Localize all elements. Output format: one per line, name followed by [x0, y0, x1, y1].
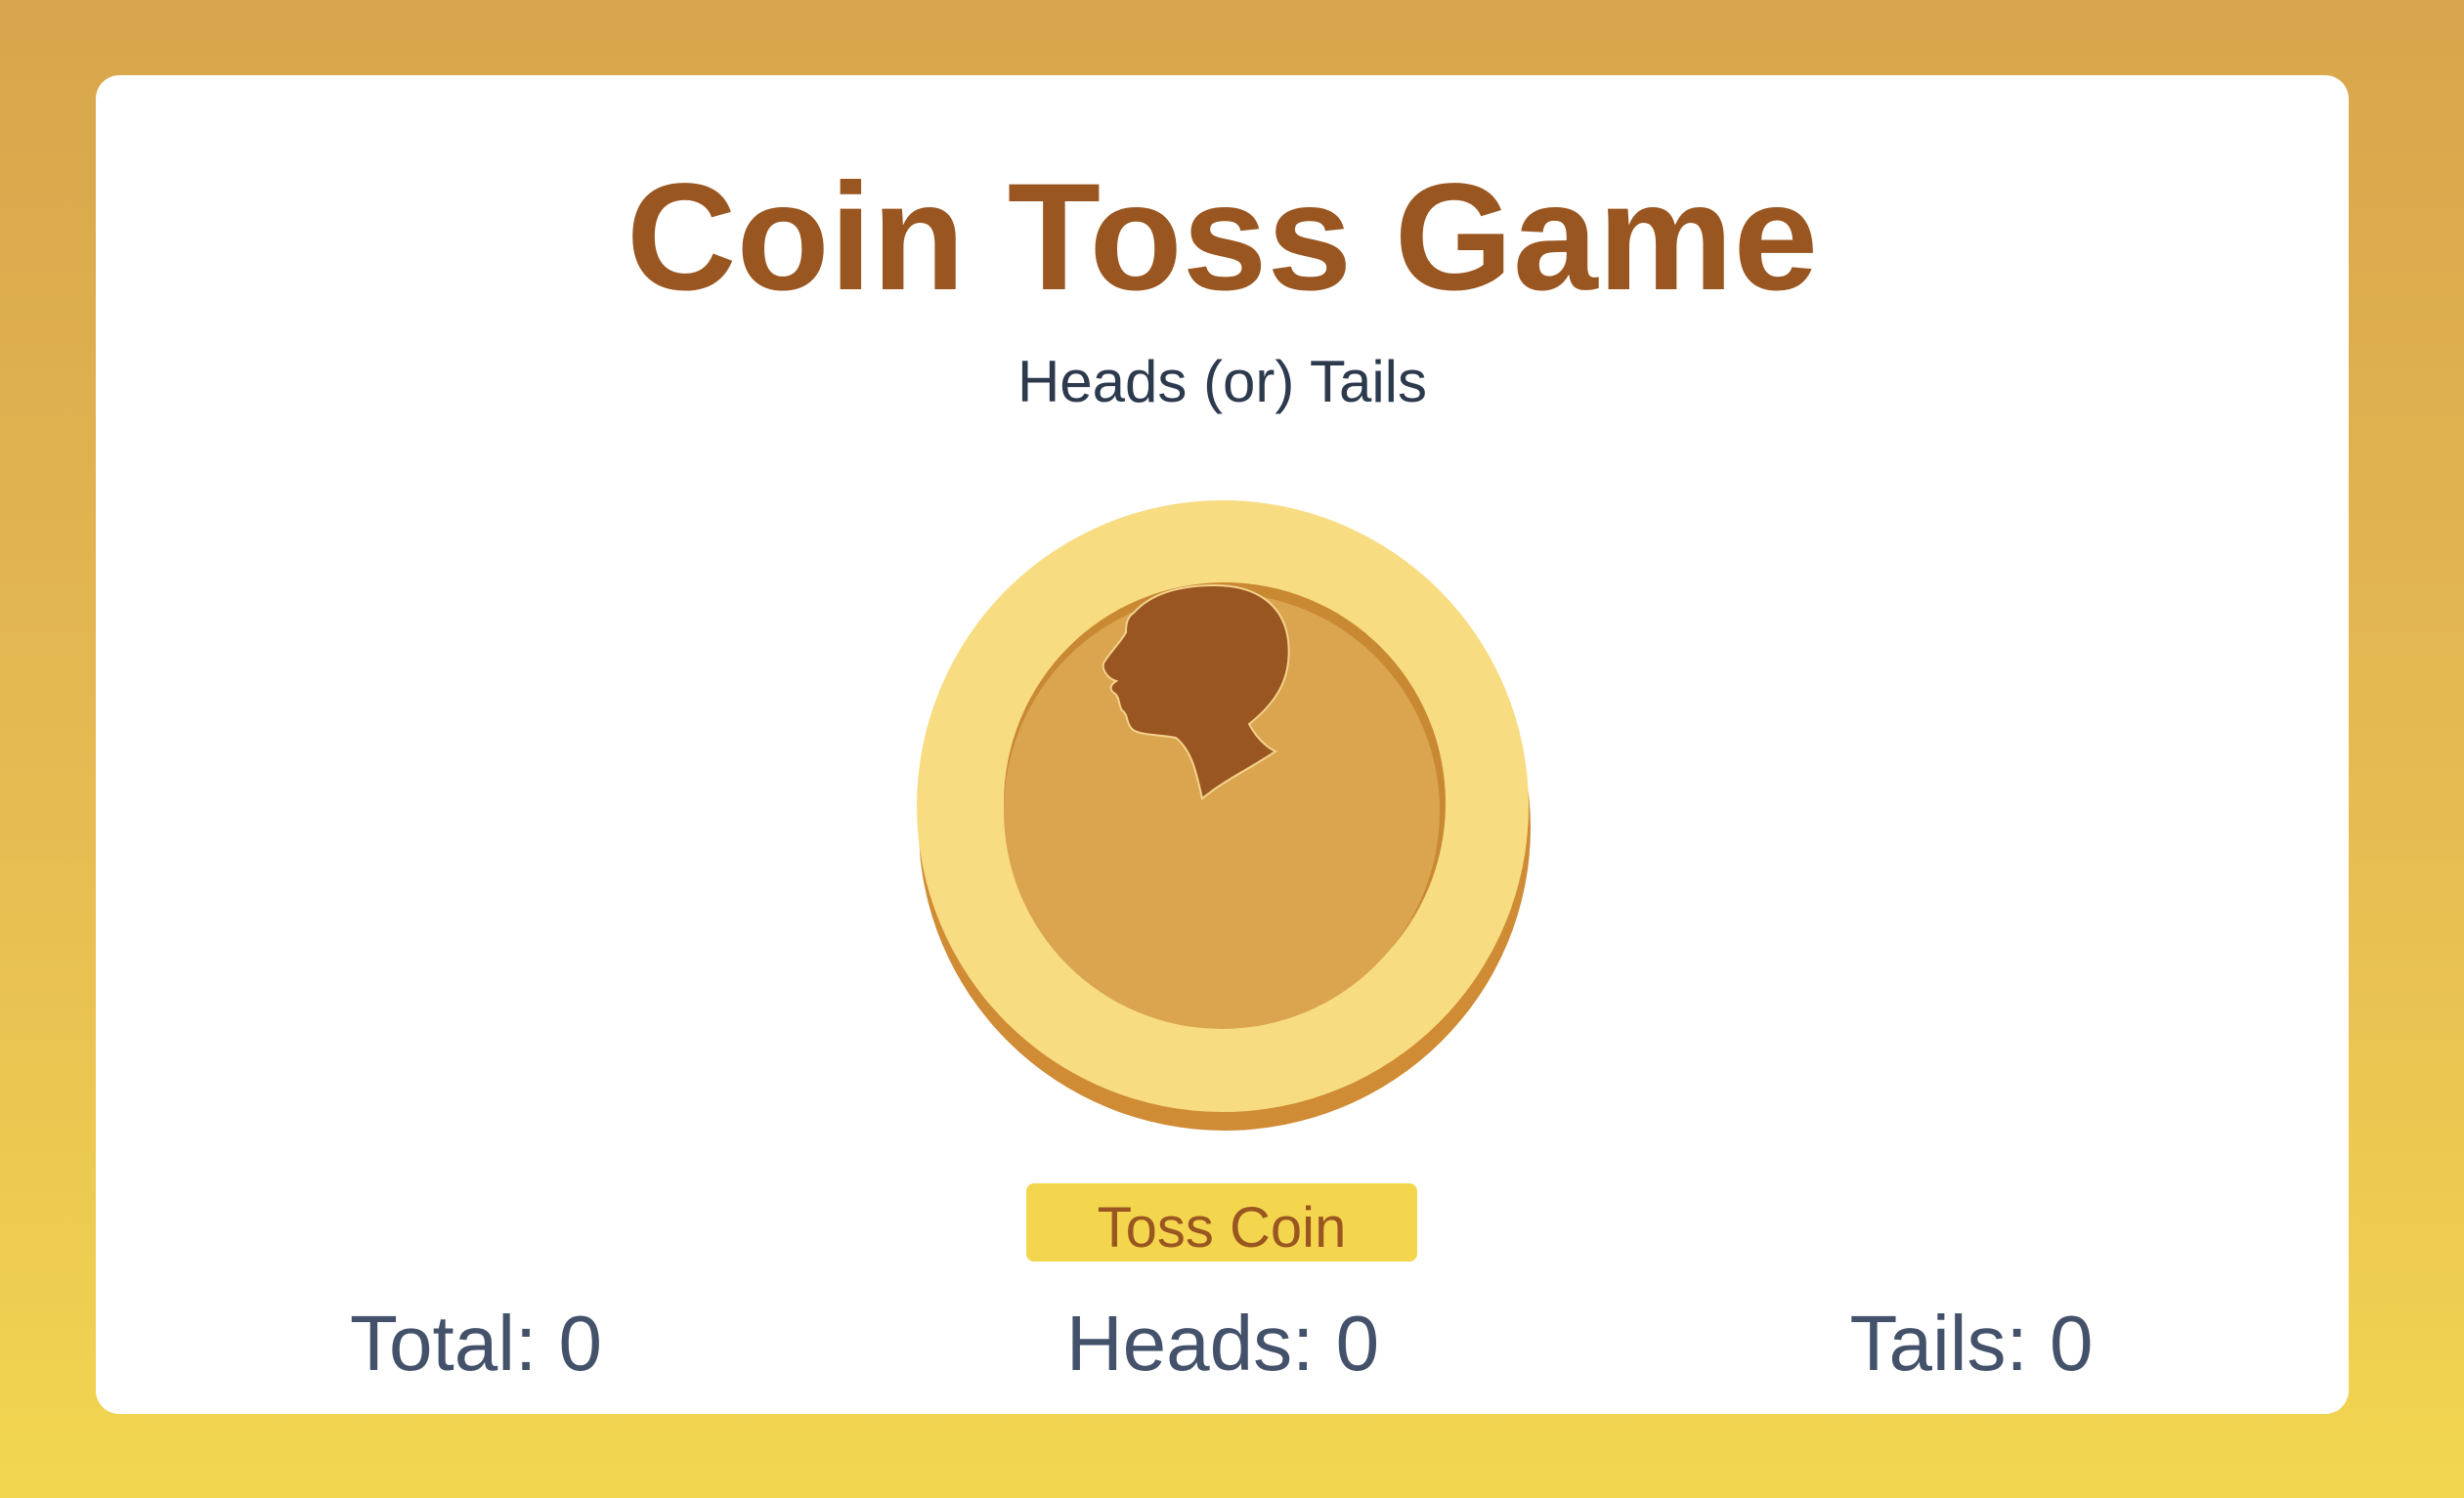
coin-heads-profile-icon — [917, 495, 1533, 1131]
toss-coin-button[interactable]: Toss Coin — [1026, 1183, 1417, 1262]
total-count: Total: 0 — [350, 1300, 602, 1387]
heads-count: Heads: 0 — [1065, 1300, 1380, 1387]
game-card: Coin Toss Game Heads (or) Tails Toss Coi… — [96, 75, 2349, 1414]
tails-count: Tails: 0 — [1849, 1300, 2094, 1387]
page-title: Coin Toss Game — [626, 152, 1819, 322]
stats-bar: Total: 0 Heads: 0 Tails: 0 — [96, 1305, 2349, 1392]
game-subtitle: Heads (or) Tails — [1016, 349, 1428, 414]
